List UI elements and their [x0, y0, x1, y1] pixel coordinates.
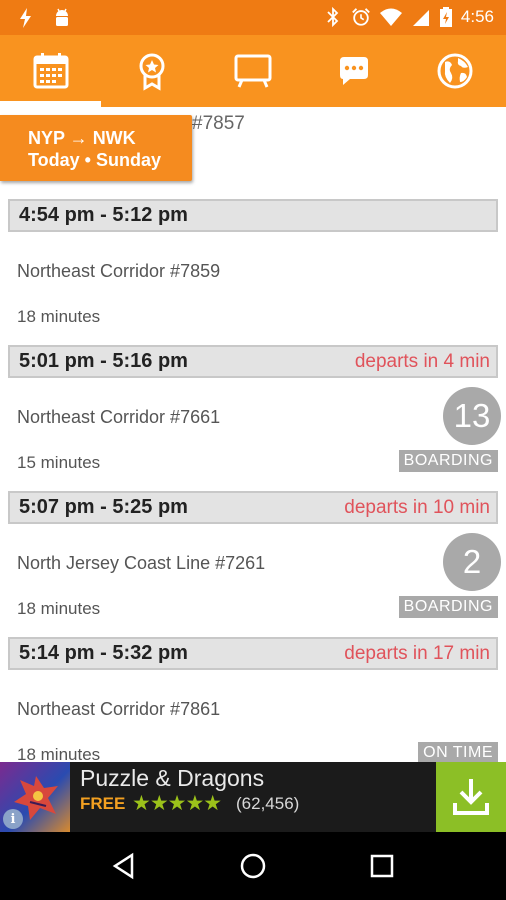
status-bar: 4:56: [0, 0, 506, 35]
ad-title: Puzzle & Dragons: [80, 765, 265, 791]
trip-time: 5:14 pm - 5:32 pm: [19, 642, 188, 664]
route-card[interactable]: NYP → NWK Today • Sunday: [0, 115, 192, 181]
recents-square-icon: [370, 854, 393, 878]
trip-time: 5:07 pm - 5:25 pm: [19, 496, 188, 518]
navigation-bar: [0, 832, 506, 900]
signal-icon: [412, 10, 429, 26]
tab-tv-departures[interactable]: [202, 35, 303, 107]
chat-icon: [340, 57, 369, 85]
trip-line: Northeast Corridor #7861: [17, 699, 221, 719]
trip-header: 4:54 pm - 5:12 pm: [8, 199, 498, 232]
trip-line: Northeast Corridor #7859: [17, 261, 221, 281]
trip-row[interactable]: 5:14 pm - 5:32 pm departs in 17 min Nort…: [0, 637, 506, 762]
tab-bar: [0, 35, 506, 107]
trip-duration: 18 minutes: [17, 307, 101, 326]
ad-banner[interactable]: i Puzzle & Dragons FREE ★★★★★ (62,456): [0, 762, 506, 832]
rewards-badge-icon: [139, 53, 165, 91]
trip-duration: 15 minutes: [17, 453, 101, 472]
tab-chat[interactable]: [304, 35, 405, 107]
track-number-badge: 13: [443, 387, 501, 445]
ad-review-count: (62,456): [236, 794, 300, 813]
ad-price: FREE: [80, 794, 126, 813]
back-button[interactable]: [104, 846, 144, 886]
status-badge: ON TIME: [418, 742, 498, 762]
recents-button[interactable]: [362, 846, 402, 886]
trip-row[interactable]: 4:54 pm - 5:12 pm Northeast Corridor #78…: [0, 199, 506, 345]
home-button[interactable]: [233, 846, 273, 886]
ad-info-icon[interactable]: i: [3, 809, 23, 829]
track-number-badge: 2: [443, 533, 501, 591]
route-from-to: NYP → NWK: [28, 128, 136, 148]
android-icon: [56, 8, 68, 26]
globe-icon: [437, 53, 473, 89]
back-triangle-icon: [113, 852, 134, 880]
trip-header: 5:01 pm - 5:16 pm departs in 4 min: [8, 345, 498, 378]
ad-app-thumbnail[interactable]: i: [0, 762, 70, 832]
trip-departs-in: departs in 17 min: [344, 642, 490, 664]
status-time: 4:56: [460, 7, 494, 26]
tab-rewards[interactable]: [101, 35, 202, 107]
schedule-calendar-icon: [33, 53, 69, 89]
wifi-icon: [379, 8, 402, 26]
trip-time: 5:01 pm - 5:16 pm: [19, 350, 188, 372]
download-icon: [453, 779, 489, 815]
tab-schedule[interactable]: [0, 35, 102, 107]
trip-header: 5:07 pm - 5:25 pm departs in 10 min: [8, 491, 498, 524]
trip-duration: 18 minutes: [17, 599, 101, 618]
ad-download-button[interactable]: [436, 762, 506, 832]
trip-departs-in: departs in 4 min: [354, 350, 490, 372]
trip-line: Northeast Corridor #7661: [17, 407, 221, 427]
trip-header: 5:14 pm - 5:32 pm departs in 17 min: [8, 637, 498, 670]
route-day: Today • Sunday: [28, 150, 161, 170]
schedule-list[interactable]: #7857 4:54 pm - 5:12 pm Northeast Corrid…: [0, 107, 506, 762]
trip-departs-in: departs in 10 min: [344, 496, 490, 518]
tab-globe[interactable]: [405, 35, 506, 107]
alarm-icon: [352, 8, 370, 26]
trip-row[interactable]: 5:01 pm - 5:16 pm departs in 4 min North…: [0, 345, 506, 491]
home-circle-icon: [240, 853, 266, 879]
flash-icon: [20, 8, 31, 28]
partial-line-label: #7857: [192, 113, 245, 134]
status-badge: BOARDING: [398, 596, 498, 618]
battery-charging-icon: [439, 7, 452, 27]
ad-rating-stars: ★★★★★: [132, 792, 222, 815]
trip-duration: 18 minutes: [17, 745, 101, 762]
trip-row[interactable]: 5:07 pm - 5:25 pm departs in 10 min Nort…: [0, 491, 506, 637]
trip-line: North Jersey Coast Line #7261: [17, 553, 266, 573]
bluetooth-icon: [327, 6, 339, 28]
trip-time: 4:54 pm - 5:12 pm: [19, 204, 188, 226]
tv-departures-icon: [234, 54, 272, 88]
status-badge: BOARDING: [398, 450, 498, 472]
